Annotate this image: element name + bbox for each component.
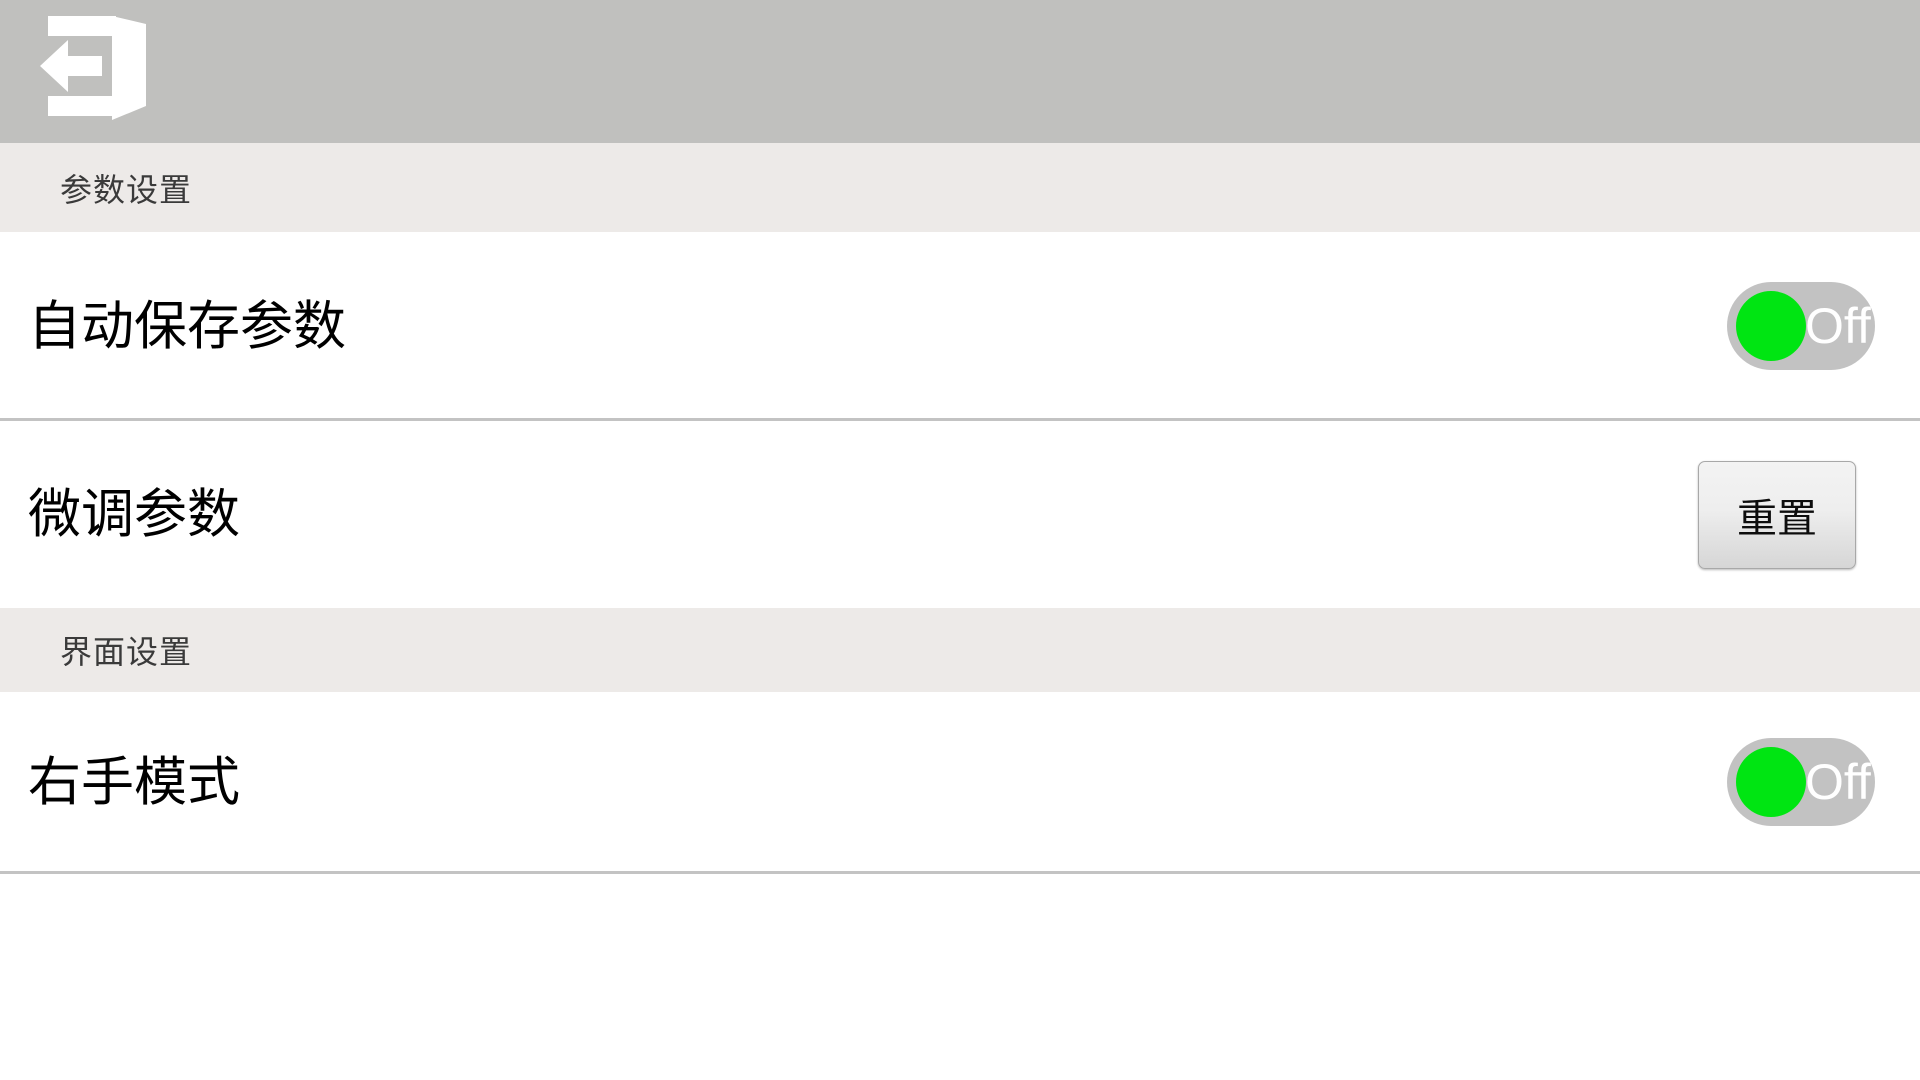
setting-row-finetune-control: 重置 [1698,460,1920,569]
section-header-params: 参数设置 [0,143,1920,232]
title-bar [0,0,1920,143]
section-header-ui-label: 界面设置 [60,634,193,670]
toggle-righthand-knob [1736,747,1806,817]
toggle-autosave[interactable]: Off [1727,282,1875,370]
empty-content-area [0,874,1920,1080]
setting-row-righthand[interactable]: 右手模式 Off [0,692,1920,872]
setting-row-finetune-label: 微调参数 [28,485,240,544]
exit-door-back-icon [38,12,150,120]
setting-row-righthand-control: Off [1727,738,1920,826]
back-button[interactable] [0,0,150,143]
toggle-righthand[interactable]: Off [1727,738,1875,826]
toggle-autosave-knob [1736,291,1806,361]
section-header-ui: 界面设置 [0,608,1920,692]
toggle-righthand-state-label: Off [1805,754,1871,810]
reset-button[interactable]: 重置 [1698,460,1856,569]
setting-row-autosave-control: Off [1727,282,1920,370]
toggle-autosave-state-label: Off [1805,298,1871,354]
section-header-params-label: 参数设置 [60,171,193,208]
settings-screen: 参数设置 自动保存参数 Off 微调参数 重置 界面设置 右手模式 Off [0,0,1920,1080]
setting-row-finetune[interactable]: 微调参数 重置 [0,421,1920,608]
setting-row-righthand-label: 右手模式 [28,752,240,812]
setting-row-autosave-label: 自动保存参数 [28,296,346,356]
setting-row-autosave[interactable]: 自动保存参数 Off [0,232,1920,420]
